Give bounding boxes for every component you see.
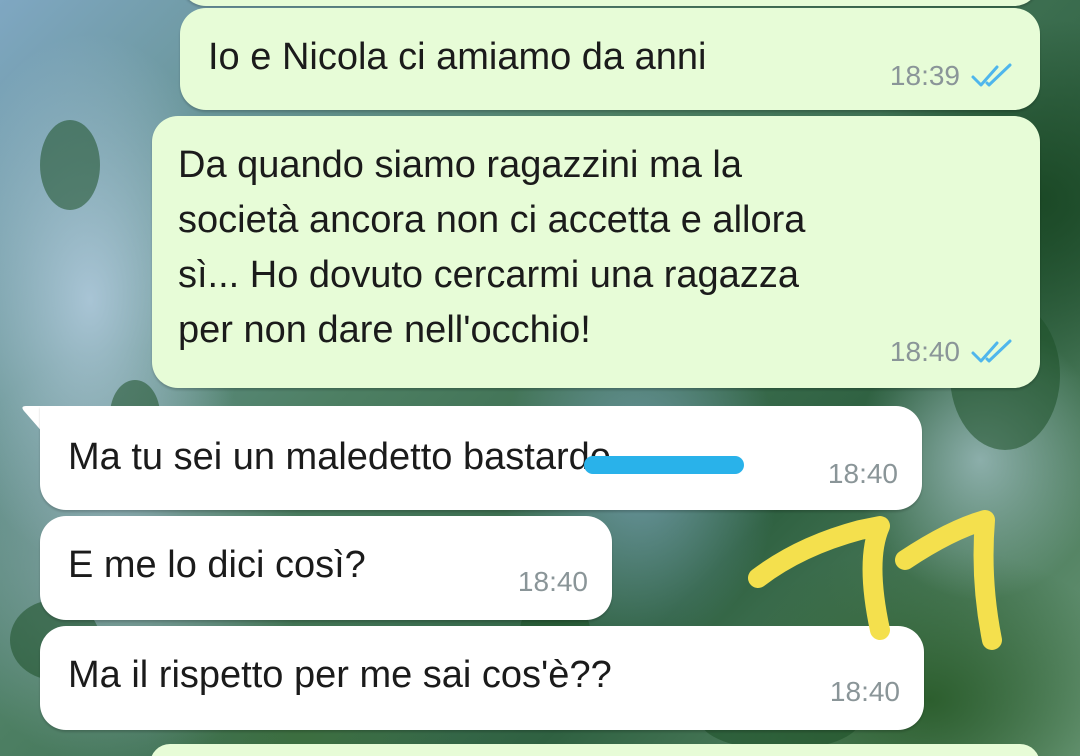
message-text: Ma il rispetto per me sai cos'è??	[68, 654, 612, 696]
message-meta: 18:40	[830, 676, 900, 708]
redaction-marker	[584, 456, 744, 474]
message-text: Io e Nicola ci amiamo da anni	[208, 36, 707, 78]
message-meta: 18:40	[890, 336, 1016, 368]
message-meta: 18:40	[518, 566, 588, 598]
message-meta: 18:39	[890, 60, 1016, 92]
double-check-read-icon	[971, 63, 1012, 87]
message-text: Da quando siamo ragazzini ma la società …	[178, 144, 806, 351]
yellow-double-exclamation-scribble	[748, 510, 1002, 650]
message-time: 18:39	[889, 60, 960, 91]
message-time: 18:40	[829, 676, 900, 707]
outgoing-message-bubble[interactable]: Da quando siamo ragazzini ma la società …	[152, 116, 1040, 388]
incoming-message-bubble[interactable]: E me lo dici così? 18:40	[40, 516, 612, 620]
outgoing-message-bubble[interactable]: Io e Nicola ci amiamo da anni 18:39	[180, 8, 1040, 110]
double-check-read-icon	[971, 339, 1012, 363]
message-meta: 18:40	[828, 458, 898, 490]
previous-message-bubble[interactable]	[180, 0, 1040, 6]
message-time: 18:40	[889, 336, 960, 367]
message-text: Ma tu sei un maledetto bastardo	[68, 436, 611, 478]
message-text: E me lo dici così?	[68, 544, 366, 586]
next-message-bubble[interactable]	[150, 744, 1040, 756]
wallpaper-foliage	[40, 120, 100, 210]
message-time: 18:40	[517, 566, 588, 597]
message-time: 18:40	[827, 458, 898, 489]
